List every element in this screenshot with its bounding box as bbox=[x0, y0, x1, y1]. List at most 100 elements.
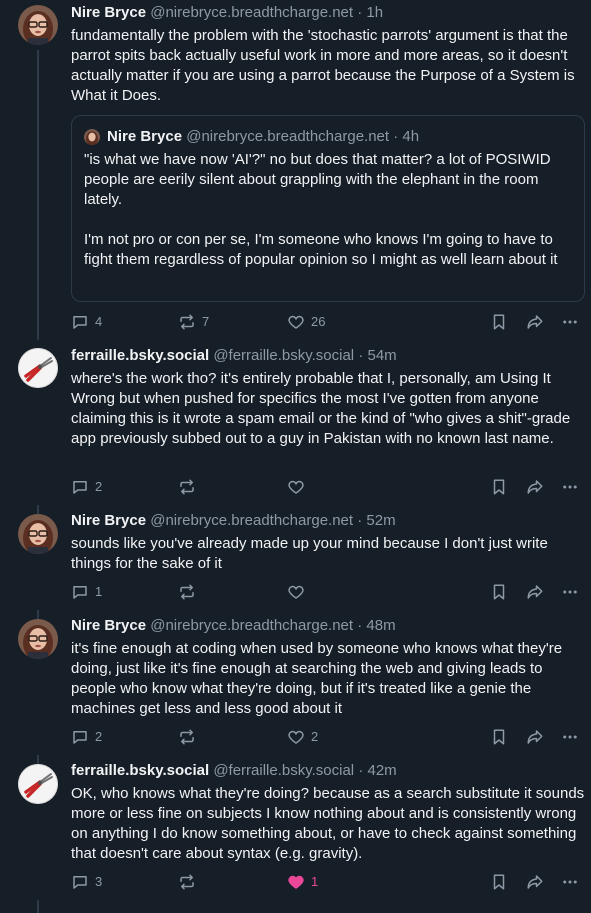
post-actions: 1 bbox=[71, 582, 583, 602]
post-header: Nire Bryce @nirebryce.breadthcharge.net … bbox=[71, 3, 585, 23]
more-options-button[interactable] bbox=[561, 727, 579, 747]
post-header: Nire Bryce @nirebryce.breadthcharge.net … bbox=[71, 511, 585, 531]
share-button[interactable] bbox=[525, 582, 545, 602]
like-button[interactable]: 1 bbox=[287, 872, 318, 892]
post-header: Nire Bryce @nirebryce.breadthcharge.net … bbox=[71, 616, 585, 636]
more-icon bbox=[563, 880, 577, 884]
reply-count: 4 bbox=[95, 314, 103, 329]
author-handle[interactable]: @nirebryce.breadthcharge.net bbox=[150, 617, 353, 634]
quote-post[interactable]: Nire Bryce @nirebryce.breadthcharge.net … bbox=[71, 115, 585, 302]
more-options-button[interactable] bbox=[561, 312, 579, 332]
share-icon bbox=[527, 480, 543, 494]
avatar[interactable] bbox=[18, 619, 58, 659]
author-handle[interactable]: @ferraille.bsky.social bbox=[213, 762, 354, 779]
quote-author-name: Nire Bryce bbox=[107, 128, 183, 145]
author-name[interactable]: ferraille.bsky.social bbox=[71, 762, 209, 779]
avatar[interactable] bbox=[18, 5, 58, 45]
like-icon-filled bbox=[288, 875, 304, 889]
like-icon bbox=[288, 315, 304, 329]
post[interactable]: Nire Bryce @nirebryce.breadthcharge.net … bbox=[0, 610, 591, 755]
reply-button[interactable]: 3 bbox=[71, 872, 102, 892]
quote-author-handle: @nirebryce.breadthcharge.net bbox=[186, 128, 390, 145]
repost-icon bbox=[180, 584, 194, 600]
bookmark-icon bbox=[493, 584, 505, 600]
like-icon bbox=[288, 730, 304, 744]
quote-avatar bbox=[84, 129, 100, 145]
post[interactable]: Nire Bryce @nirebryce.breadthcharge.net … bbox=[0, 505, 591, 610]
like-count: 26 bbox=[311, 314, 326, 329]
quote-time: 4h bbox=[402, 128, 420, 145]
author-handle[interactable]: @nirebryce.breadthcharge.net bbox=[150, 512, 353, 529]
share-button[interactable] bbox=[525, 312, 545, 332]
avatar[interactable] bbox=[18, 348, 58, 388]
reply-icon bbox=[73, 731, 87, 744]
repost-button[interactable] bbox=[178, 872, 202, 892]
bookmark-button[interactable] bbox=[490, 727, 508, 747]
repost-button[interactable]: 7 bbox=[178, 312, 209, 332]
post-text: it's fine enough at coding when used by … bbox=[71, 640, 567, 717]
reply-icon bbox=[73, 876, 87, 889]
author-name[interactable]: Nire Bryce bbox=[71, 617, 146, 634]
repost-icon bbox=[180, 729, 194, 745]
reply-count: 3 bbox=[95, 874, 103, 889]
post[interactable]: ferraille.bsky.social @ferraille.bsky.so… bbox=[0, 340, 591, 505]
bookmark-button[interactable] bbox=[490, 582, 508, 602]
like-count: 2 bbox=[311, 729, 319, 744]
reply-button[interactable]: 2 bbox=[71, 727, 102, 747]
reply-button[interactable]: 1 bbox=[71, 582, 102, 602]
post-actions: 4 7 26 bbox=[71, 312, 583, 332]
post-header: ferraille.bsky.social @ferraille.bsky.so… bbox=[71, 346, 585, 366]
post-time[interactable]: 52m bbox=[366, 512, 395, 529]
post-text: fundamentally the problem with the 'stoc… bbox=[71, 27, 579, 104]
reply-button[interactable]: 2 bbox=[71, 477, 102, 497]
share-icon bbox=[527, 875, 543, 889]
author-name[interactable]: Nire Bryce bbox=[71, 4, 146, 21]
author-name[interactable]: ferraille.bsky.social bbox=[71, 347, 209, 364]
post-time[interactable]: 54m bbox=[367, 347, 396, 364]
avatar[interactable] bbox=[18, 764, 58, 804]
bookmark-icon bbox=[493, 874, 505, 890]
share-icon bbox=[527, 730, 543, 744]
separator-dot: · bbox=[358, 347, 364, 364]
post-text: OK, who knows what they're doing? becaus… bbox=[71, 785, 589, 862]
more-icon bbox=[563, 320, 577, 324]
more-icon bbox=[563, 485, 577, 489]
separator-dot: · bbox=[358, 762, 364, 779]
bookmark-button[interactable] bbox=[490, 872, 508, 892]
repost-button[interactable] bbox=[178, 582, 202, 602]
post-actions: 2 bbox=[71, 477, 583, 497]
repost-button[interactable] bbox=[178, 477, 202, 497]
repost-count: 7 bbox=[202, 314, 210, 329]
reply-count: 1 bbox=[95, 584, 103, 599]
author-handle[interactable]: @nirebryce.breadthcharge.net bbox=[150, 4, 353, 21]
reply-button[interactable]: 4 bbox=[71, 312, 102, 332]
repost-button[interactable] bbox=[178, 727, 202, 747]
bookmark-button[interactable] bbox=[490, 477, 508, 497]
post-actions: 3 1 bbox=[71, 872, 583, 892]
like-button[interactable]: 2 bbox=[287, 727, 318, 747]
more-options-button[interactable] bbox=[561, 477, 579, 497]
author-name[interactable]: Nire Bryce bbox=[71, 512, 146, 529]
like-button[interactable]: 26 bbox=[287, 312, 325, 332]
author-handle[interactable]: @ferraille.bsky.social bbox=[213, 347, 354, 364]
like-button[interactable] bbox=[287, 582, 311, 602]
share-button[interactable] bbox=[525, 477, 545, 497]
post-time[interactable]: 1h bbox=[366, 4, 383, 21]
quote-text: "is what we have now 'AI'?" no but does … bbox=[84, 151, 558, 268]
share-button[interactable] bbox=[525, 727, 545, 747]
avatar-nire-small bbox=[84, 129, 100, 145]
post[interactable]: Nire Bryce @nirebryce.breadthcharge.net … bbox=[0, 0, 591, 340]
post[interactable]: ferraille.bsky.social @ferraille.bsky.so… bbox=[0, 755, 591, 913]
reply-icon bbox=[73, 481, 87, 494]
share-button[interactable] bbox=[525, 872, 545, 892]
separator-dot: · bbox=[357, 512, 363, 529]
like-button[interactable] bbox=[287, 477, 311, 497]
repost-icon bbox=[180, 479, 194, 495]
post-time[interactable]: 42m bbox=[367, 762, 396, 779]
like-count: 1 bbox=[311, 874, 319, 889]
avatar[interactable] bbox=[18, 514, 58, 554]
more-options-button[interactable] bbox=[561, 582, 579, 602]
post-time[interactable]: 48m bbox=[366, 617, 395, 634]
more-options-button[interactable] bbox=[561, 872, 579, 892]
bookmark-button[interactable] bbox=[490, 312, 508, 332]
